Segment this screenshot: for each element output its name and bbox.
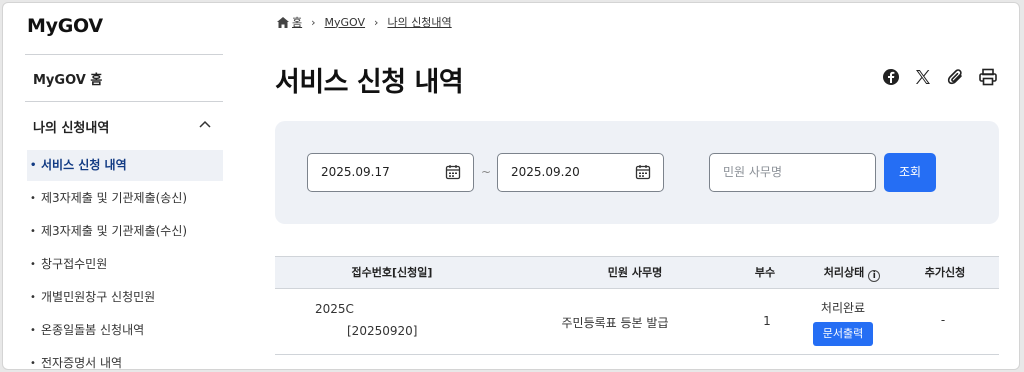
status-header-label: 처리상태 [823,266,865,279]
breadcrumb-current[interactable]: 나의 신청내역 [387,14,451,30]
extra-application: - [940,313,946,327]
calendar-icon[interactable] [635,164,651,180]
date-range-separator: ~ [481,165,492,179]
sidebar: MyGOV MyGOV 홈 나의 신청내역 서비스 신청 내역 제3자제출 및 … [3,3,225,369]
chevron-up-icon[interactable] [198,117,212,131]
chevron-right-icon: › [311,15,316,29]
breadcrumb-home[interactable]: 홈 [292,14,302,30]
breadcrumb: 홈 › MyGOV › 나의 신청내역 [277,14,452,30]
sidebar-item-e-certificates[interactable]: 전자증명서 내역 [27,348,223,369]
filter-panel: 2025.09.17 ~ 2025.09.20 민원 사무명 조회 [275,121,999,224]
divider [25,101,223,102]
divider [25,54,223,55]
sidebar-item-home[interactable]: MyGOV 홈 [33,69,102,88]
calendar-icon[interactable] [445,164,461,180]
sidebar-item-third-party-received[interactable]: 제3자제출 및 기관제출(수신) [27,216,223,247]
table-header: 접수번호[신청일] 민원 사무명 부수 처리상태 i 추가신청 [275,256,999,289]
logo[interactable]: MyGOV [27,15,103,37]
status-text: 처리완료 [820,301,866,315]
column-header-status: 처리상태 i [797,257,907,288]
receipt-number[interactable]: 2025C [315,302,354,316]
copies-count: 1 [763,314,771,328]
x-icon[interactable] [913,67,933,87]
page-title: 서비스 신청 내역 [275,67,464,98]
column-header-extra: 추가신청 [924,266,966,279]
sidebar-item-third-party-sent[interactable]: 제3자제출 및 기관제출(송신) [27,183,223,214]
attach-icon[interactable] [946,67,966,87]
column-header-name: 민원 사무명 [607,266,663,279]
sidebar-group-applications[interactable]: 나의 신청내역 [33,117,109,136]
column-header-copies: 부수 [754,266,776,279]
start-date-field[interactable]: 2025.09.17 [307,153,474,192]
print-icon[interactable] [978,67,998,87]
end-date-field[interactable]: 2025.09.20 [497,153,664,192]
app-window: MyGOV MyGOV 홈 나의 신청내역 서비스 신청 내역 제3자제출 및 … [2,2,1020,370]
sidebar-item-counter-received[interactable]: 창구접수민원 [27,249,223,280]
home-icon [277,16,289,28]
column-header-receipt: 접수번호[신청일] [351,266,433,279]
service-name: 주민등록표 등본 발급 [561,316,669,330]
sidebar-item-service-applications[interactable]: 서비스 신청 내역 [27,150,223,181]
receipt-date: [20250920] [347,324,418,338]
chevron-right-icon: › [374,15,379,29]
breadcrumb-mygov[interactable]: MyGOV [325,16,366,29]
start-date-value: 2025.09.17 [321,165,390,179]
end-date-value: 2025.09.20 [511,165,580,179]
sidebar-item-childcare[interactable]: 온종일돌봄 신청내역 [27,315,223,346]
info-icon[interactable]: i [868,270,881,282]
search-button[interactable]: 조회 [884,153,936,192]
print-document-button[interactable]: 문서출력 [813,322,873,346]
divider [275,354,999,355]
sidebar-item-individual-counter[interactable]: 개별민원창구 신청민원 [27,282,223,313]
search-input[interactable]: 민원 사무명 [709,153,876,192]
facebook-icon[interactable] [881,67,901,87]
